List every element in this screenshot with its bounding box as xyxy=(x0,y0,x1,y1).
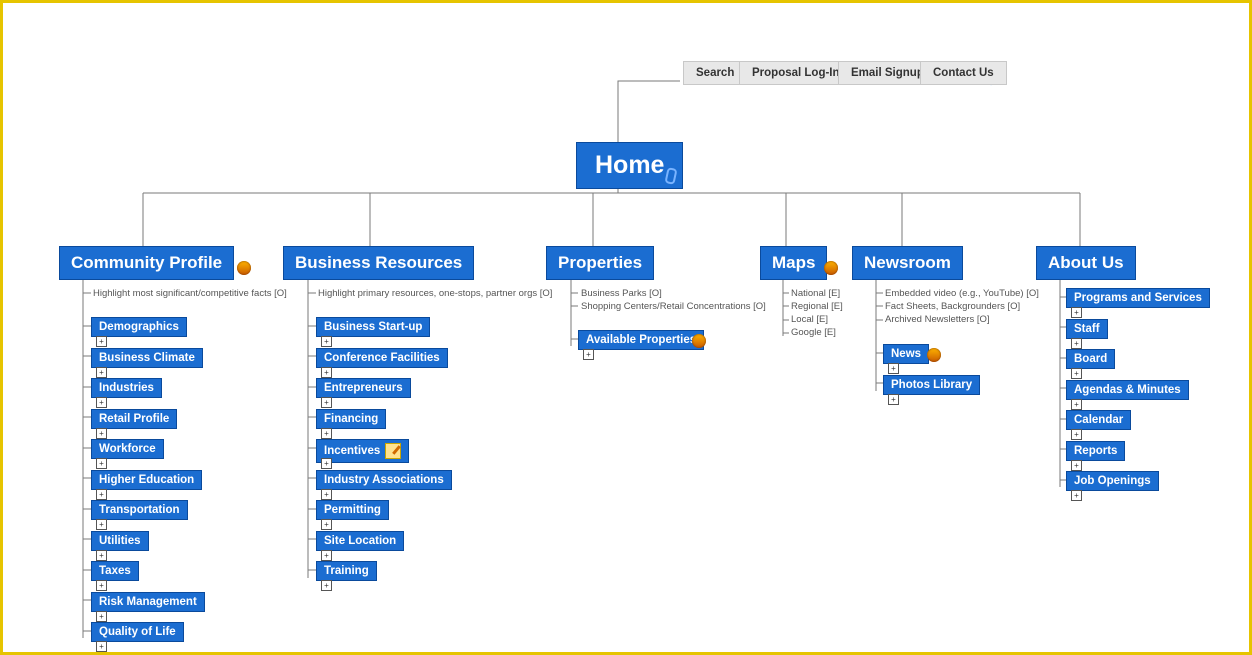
note-news-b: Fact Sheets, Backgrounders [O] xyxy=(885,301,1020,312)
expand-icon[interactable]: + xyxy=(96,428,107,439)
item-jobs[interactable]: Job Openings xyxy=(1066,471,1159,491)
item-programs[interactable]: Programs and Services xyxy=(1066,288,1210,308)
cat-community[interactable]: Community Profile xyxy=(59,246,234,280)
expand-icon[interactable]: + xyxy=(888,363,899,374)
item-avail-properties[interactable]: Available Properties xyxy=(578,330,704,350)
item-utilities[interactable]: Utilities xyxy=(91,531,149,551)
note-maps-b: Regional [E] xyxy=(791,301,843,312)
note-news-c: Archived Newsletters [O] xyxy=(885,314,990,325)
item-transportation[interactable]: Transportation xyxy=(91,500,188,520)
note-properties-b: Shopping Centers/Retail Concentrations [… xyxy=(581,301,766,312)
item-taxes[interactable]: Taxes xyxy=(91,561,139,581)
expand-icon[interactable]: + xyxy=(96,550,107,561)
expand-icon[interactable]: + xyxy=(96,611,107,622)
item-demographics[interactable]: Demographics xyxy=(91,317,187,337)
item-training[interactable]: Training xyxy=(316,561,377,581)
item-agendas[interactable]: Agendas & Minutes xyxy=(1066,380,1189,400)
item-calendar[interactable]: Calendar xyxy=(1066,410,1131,430)
item-photos[interactable]: Photos Library xyxy=(883,375,980,395)
item-staff[interactable]: Staff xyxy=(1066,319,1108,339)
expand-icon[interactable]: + xyxy=(96,519,107,530)
note-business: Highlight primary resources, one-stops, … xyxy=(318,288,552,299)
item-site[interactable]: Site Location xyxy=(316,531,404,551)
expand-icon[interactable]: + xyxy=(1071,460,1082,471)
connectors xyxy=(3,3,1249,652)
item-entrepreneur[interactable]: Entrepreneurs xyxy=(316,378,411,398)
cat-business[interactable]: Business Resources xyxy=(283,246,474,280)
expand-icon[interactable]: + xyxy=(321,519,332,530)
item-quality[interactable]: Quality of Life xyxy=(91,622,184,642)
globe-icon xyxy=(927,348,941,362)
note-icon xyxy=(385,443,401,459)
expand-icon[interactable]: + xyxy=(1071,490,1082,501)
item-reports[interactable]: Reports xyxy=(1066,441,1125,461)
nav-search[interactable]: Search xyxy=(683,61,747,85)
expand-icon[interactable]: + xyxy=(321,458,332,469)
item-board[interactable]: Board xyxy=(1066,349,1115,369)
expand-icon[interactable]: + xyxy=(888,394,899,405)
note-maps-d: Google [E] xyxy=(791,327,836,338)
expand-icon[interactable]: + xyxy=(96,336,107,347)
item-higher-ed[interactable]: Higher Education xyxy=(91,470,202,490)
note-maps-c: Local [E] xyxy=(791,314,828,325)
expand-icon[interactable]: + xyxy=(583,349,594,360)
item-conference[interactable]: Conference Facilities xyxy=(316,348,448,368)
cat-properties[interactable]: Properties xyxy=(546,246,654,280)
expand-icon[interactable]: + xyxy=(96,458,107,469)
nav-contact[interactable]: Contact Us xyxy=(920,61,1007,85)
note-properties-a: Business Parks [O] xyxy=(581,288,662,299)
expand-icon[interactable]: + xyxy=(321,428,332,439)
expand-icon[interactable]: + xyxy=(1071,429,1082,440)
root-label: Home xyxy=(595,151,664,180)
expand-icon[interactable]: + xyxy=(1071,307,1082,318)
expand-icon[interactable]: + xyxy=(1071,399,1082,410)
item-business-climate[interactable]: Business Climate xyxy=(91,348,203,368)
item-risk[interactable]: Risk Management xyxy=(91,592,205,612)
expand-icon[interactable]: + xyxy=(321,367,332,378)
globe-icon xyxy=(824,261,838,275)
item-permitting[interactable]: Permitting xyxy=(316,500,389,520)
item-ind-assoc[interactable]: Industry Associations xyxy=(316,470,452,490)
note-maps-a: National [E] xyxy=(791,288,840,299)
item-news[interactable]: News xyxy=(883,344,929,364)
item-retail-profile[interactable]: Retail Profile xyxy=(91,409,177,429)
expand-icon[interactable]: + xyxy=(1071,368,1082,379)
item-startup[interactable]: Business Start-up xyxy=(316,317,430,337)
expand-icon[interactable]: + xyxy=(96,489,107,500)
item-industries[interactable]: Industries xyxy=(91,378,162,398)
mindmap-canvas[interactable]: { "root":{"label":"Home"}, "utilNav":{ "… xyxy=(0,0,1252,655)
cat-newsroom[interactable]: Newsroom xyxy=(852,246,963,280)
expand-icon[interactable]: + xyxy=(96,580,107,591)
expand-icon[interactable]: + xyxy=(321,397,332,408)
globe-icon xyxy=(237,261,251,275)
nav-proposal[interactable]: Proposal Log-In xyxy=(739,61,853,85)
cat-about[interactable]: About Us xyxy=(1036,246,1136,280)
expand-icon[interactable]: + xyxy=(321,550,332,561)
expand-icon[interactable]: + xyxy=(321,336,332,347)
note-news-a: Embedded video (e.g., YouTube) [O] xyxy=(885,288,1039,299)
cat-maps[interactable]: Maps xyxy=(760,246,827,280)
note-community: Highlight most significant/competitive f… xyxy=(93,288,287,299)
item-workforce[interactable]: Workforce xyxy=(91,439,164,459)
expand-icon[interactable]: + xyxy=(96,397,107,408)
expand-icon[interactable]: + xyxy=(321,489,332,500)
expand-icon[interactable]: + xyxy=(321,580,332,591)
globe-icon xyxy=(692,334,706,348)
item-financing[interactable]: Financing xyxy=(316,409,386,429)
expand-icon[interactable]: + xyxy=(96,641,107,652)
expand-icon[interactable]: + xyxy=(1071,338,1082,349)
expand-icon[interactable]: + xyxy=(96,367,107,378)
